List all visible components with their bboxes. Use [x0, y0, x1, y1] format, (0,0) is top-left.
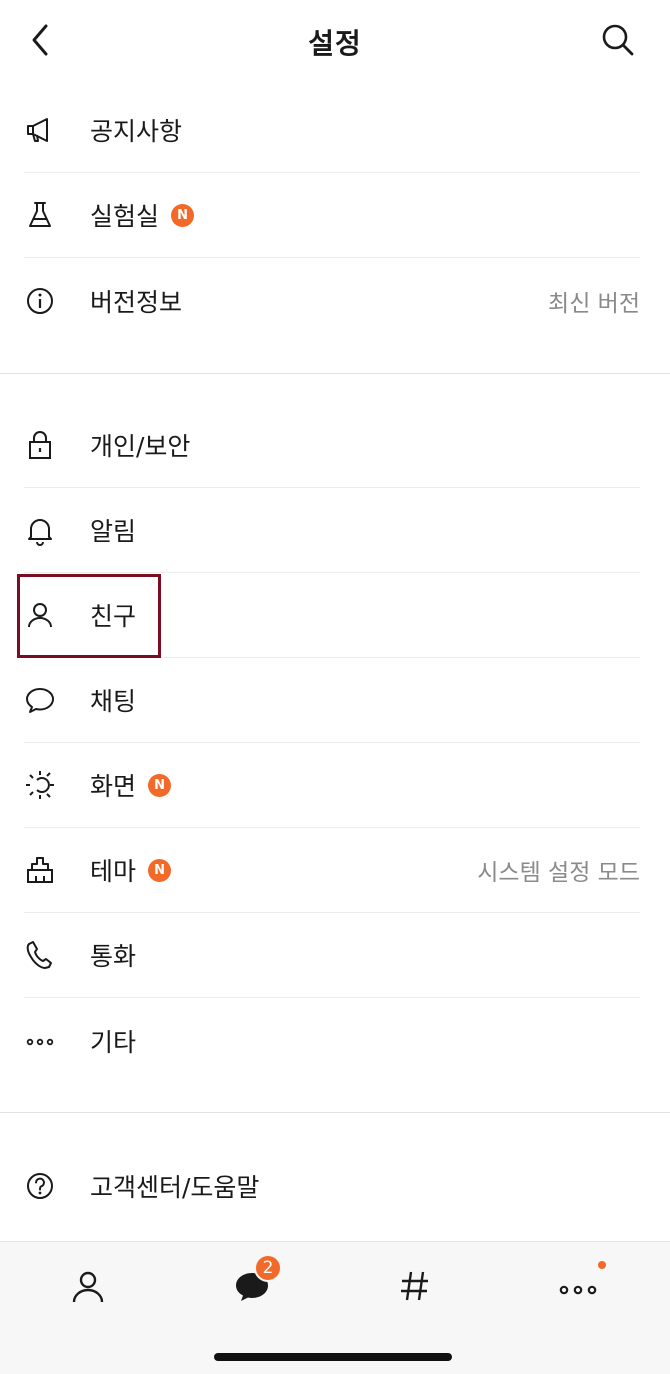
chat-bubble-icon [24, 680, 72, 720]
brush-icon [24, 850, 72, 890]
settings-item-chat[interactable]: 채팅 [24, 658, 640, 743]
settings-item-label: 화면 [90, 772, 137, 801]
search-icon [602, 24, 634, 56]
highlight-box [17, 574, 161, 658]
tab-friends[interactable] [48, 1256, 128, 1316]
settings-item-label: 버전정보 [90, 287, 183, 317]
notification-dot [598, 1261, 606, 1269]
settings-item-label: 기타 [90, 1027, 137, 1057]
settings-item-notice[interactable]: 공지사항 [24, 88, 640, 173]
new-badge: N [148, 858, 172, 882]
home-indicator [214, 1353, 452, 1361]
settings-item-call[interactable]: 통화 [24, 913, 640, 998]
theme-mode-value: 시스템 설정 모드 [477, 860, 640, 886]
sun-icon [24, 765, 72, 805]
settings-item-etc[interactable]: 기타 [24, 998, 640, 1083]
section-divider [0, 373, 670, 374]
settings-item-label: 공지사항 [90, 117, 183, 146]
settings-item-display[interactable]: 화면 N [24, 743, 640, 828]
new-badge: N [148, 773, 172, 797]
settings-item-label: 채팅 [90, 687, 137, 716]
settings-item-alarm[interactable]: 알림 [24, 488, 640, 573]
settings-item-privacy[interactable]: 개인/보안 [24, 403, 640, 488]
hashtag-tab-icon [401, 1271, 428, 1301]
more-dots-icon [24, 1021, 72, 1061]
new-badge: N [171, 203, 195, 227]
settings-item-label: 테마 [90, 857, 137, 886]
settings-item-version[interactable]: 버전정보 최신 버전 [24, 258, 640, 343]
person-tab-icon [72, 1271, 104, 1303]
tab-openchat[interactable] [375, 1256, 455, 1316]
settings-item-label: 알림 [90, 517, 137, 546]
tab-chats[interactable]: 2 [212, 1254, 292, 1316]
page-title: 설정 [308, 27, 362, 60]
bell-icon [24, 510, 72, 550]
settings-item-lab[interactable]: 실험실 N [24, 173, 640, 258]
settings-item-theme[interactable]: 테마 N 시스템 설정 모드 [24, 828, 640, 913]
settings-item-label: 개인/보안 [90, 432, 191, 461]
phone-icon [24, 935, 72, 975]
lock-icon [24, 425, 72, 465]
search-button[interactable] [598, 20, 638, 60]
header: 설정 [0, 0, 670, 82]
megaphone-icon [24, 110, 72, 150]
settings-item-label: 통화 [90, 942, 137, 971]
flask-icon [24, 195, 72, 235]
settings-item-help[interactable]: 고객센터/도움말 [24, 1143, 640, 1228]
unread-badge: 2 [254, 1254, 282, 1282]
section-divider [0, 1112, 670, 1113]
help-circle-icon [24, 1166, 72, 1206]
more-tab-icon [559, 1285, 597, 1295]
info-icon [24, 281, 72, 321]
version-status: 최신 버전 [548, 290, 640, 317]
tab-more[interactable] [538, 1256, 618, 1316]
settings-item-label: 고객센터/도움말 [90, 1172, 260, 1202]
settings-item-label: 실험실 [90, 202, 160, 231]
